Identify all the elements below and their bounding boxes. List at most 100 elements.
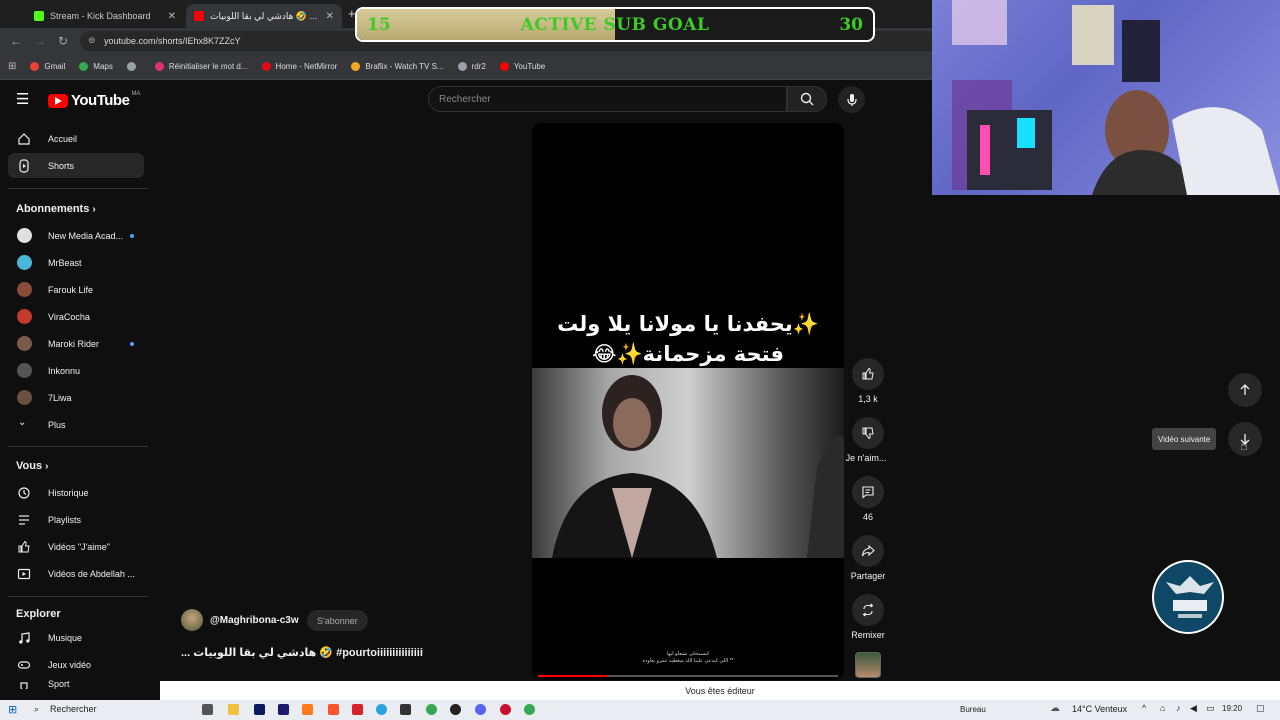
discord-icon[interactable] [475, 704, 486, 715]
sidebar-item-shorts[interactable]: Shorts [8, 153, 144, 178]
sidebar-item-your-videos[interactable]: Vidéos de Abdellah ... [8, 561, 144, 586]
sidebar-item-subscription[interactable]: MrBeast [8, 250, 144, 275]
explore-heading: Explorer [16, 608, 61, 620]
premiere-icon[interactable] [254, 704, 265, 715]
sidebar-item-subscription[interactable]: ViraCocha [8, 304, 144, 329]
short-video-player[interactable]: ✨يحفدنا يا مولانا يلا ولت فتحة مزحمانة✨😂… [532, 123, 844, 680]
sidebar-item-liked-videos[interactable]: Vidéos "J'aime" [8, 534, 144, 559]
sidebar-item-subscription[interactable]: Maroki Rider [8, 331, 144, 356]
weather-text[interactable]: 14°C Venteux [1072, 704, 1127, 714]
sound-thumbnail[interactable] [855, 652, 881, 678]
bookmark-maps[interactable]: Maps [79, 62, 113, 71]
site-info-icon[interactable]: ⊜ [88, 35, 96, 46]
taskbar-search[interactable]: Rechercher [50, 704, 97, 714]
search-input[interactable]: Rechercher [428, 86, 787, 112]
windows-start-icon[interactable]: ⊞ [8, 703, 17, 716]
chevron-up-icon[interactable]: ^ [1142, 703, 1146, 713]
youtube-logo[interactable]: YouTube MA [48, 91, 140, 109]
remix-button[interactable]: Remixer [848, 594, 888, 640]
bookmark-globe[interactable] [126, 62, 141, 71]
sidebar-item-history[interactable]: Historique [8, 480, 144, 505]
remix-icon [862, 603, 874, 617]
thumbs-down-icon [862, 427, 874, 440]
search-button[interactable] [787, 86, 827, 112]
reload-icon[interactable]: ↻ [58, 34, 68, 48]
youtube-icon [194, 11, 204, 21]
like-button-circle [852, 358, 884, 390]
history-icon [18, 487, 30, 499]
sidebar-item-music[interactable]: Musique [8, 625, 144, 650]
short-description: ... هادشي لي بقا اللوبيات 🤣 #pourtoiiiii… [181, 647, 423, 659]
video-scene [532, 368, 844, 558]
app-icon[interactable] [352, 704, 363, 715]
obs-icon[interactable] [450, 704, 461, 715]
sub-goal-target: 30 [839, 15, 863, 35]
menu-icon[interactable]: ☰ [16, 90, 29, 108]
clock[interactable]: 19:20 [1222, 704, 1242, 713]
keyboard-icon[interactable]: ▭ [1206, 703, 1215, 714]
subscriptions-heading[interactable]: Abonnements › [16, 203, 96, 215]
brave-icon[interactable] [328, 704, 339, 715]
share-button[interactable]: Partager [848, 535, 888, 581]
subscribe-button[interactable]: S'abonner [307, 610, 368, 631]
media-encoder-icon[interactable] [278, 704, 289, 715]
channel-info[interactable]: @Maghribona-c3w [181, 609, 299, 631]
notification-icon[interactable]: ▢ [1256, 703, 1265, 714]
bookmark-netmirror[interactable]: Home - NetMirror [261, 62, 337, 71]
bookmark-instagram[interactable]: Réinitialiser le mot d... [154, 62, 248, 71]
previous-video-button[interactable] [1228, 373, 1262, 407]
chevron-right-icon: › [92, 204, 96, 215]
dislike-button[interactable]: Je n'aim... [846, 417, 888, 463]
sidebar-item-sport[interactable]: Sport [8, 679, 144, 689]
desktop-toolbar-label[interactable]: Bureau [960, 705, 986, 714]
you-heading[interactable]: Vous › [16, 460, 48, 472]
apps-icon[interactable]: ⊞ [8, 61, 16, 72]
arrow-up-icon [1240, 384, 1250, 395]
tab-youtube-short[interactable]: هادشي لي بقا اللوبيات 🤣 ... ✕ [186, 4, 342, 28]
app-icon[interactable] [500, 704, 511, 715]
bookmark-youtube[interactable]: YouTube [499, 62, 545, 71]
close-tab-icon[interactable]: ✕ [326, 11, 334, 22]
sidebar-item-more[interactable]: ⌄ Plus [8, 412, 144, 437]
telegram-icon[interactable] [376, 704, 387, 715]
search-icon[interactable]: ⌕ [34, 704, 39, 715]
network-icon[interactable]: ⌂ [1160, 703, 1165, 713]
app-icon[interactable] [302, 704, 313, 715]
sidebar-item-subscription[interactable]: 7Liwa [8, 385, 144, 410]
close-tab-icon[interactable]: ✕ [168, 11, 176, 22]
video-progress-bar[interactable] [538, 675, 838, 677]
new-content-dot [130, 342, 134, 346]
bookmark-rdr2[interactable]: rdr2 [457, 62, 486, 71]
video-icon [17, 568, 31, 580]
globe-icon [457, 62, 467, 71]
volume-icon[interactable]: ◀ [1190, 703, 1197, 714]
comments-button[interactable]: 46 [848, 476, 888, 522]
back-icon[interactable]: ← [10, 34, 22, 48]
sidebar-item-home[interactable]: Accueil [8, 126, 144, 151]
task-view-icon[interactable] [202, 704, 213, 715]
forward-icon[interactable]: → [34, 34, 46, 48]
sidebar-item-playlists[interactable]: Playlists [8, 507, 144, 532]
like-count: 1,3 k [858, 394, 878, 404]
channel-handle[interactable]: @Maghribona-c3w [210, 615, 299, 626]
sidebar-item-gaming[interactable]: Jeux vidéo [8, 652, 144, 677]
bookmark-gmail[interactable]: Gmail [30, 62, 65, 71]
like-button[interactable]: 1,3 k [848, 358, 888, 404]
voice-search-button[interactable] [838, 86, 865, 113]
sidebar-item-subscription[interactable]: New Media Acad... [8, 223, 144, 248]
app-icon[interactable] [400, 704, 411, 715]
comment-count: 46 [862, 512, 873, 522]
mic-icon[interactable]: ♪ [1176, 703, 1181, 713]
file-explorer-icon[interactable] [228, 704, 239, 715]
chrome-icon[interactable] [426, 704, 437, 715]
video-caption: ✨يحفدنا يا مولانا يلا ولت فتحة مزحمانة✨😂 [557, 312, 819, 366]
share-button-circle [852, 535, 884, 567]
sidebar-item-subscription[interactable]: Farouk Life [8, 277, 144, 302]
tab-kick-dashboard[interactable]: Stream - Kick Dashboard ✕ [26, 4, 184, 28]
bookmark-braflix[interactable]: Braflix - Watch TV S... [351, 62, 444, 71]
webcam-scene [952, 0, 1280, 195]
webcam-overlay [932, 0, 1280, 195]
chrome-icon[interactable] [524, 704, 535, 715]
channel-avatar[interactable] [181, 609, 203, 631]
sidebar-item-subscription[interactable]: Inkonnu [8, 358, 144, 383]
